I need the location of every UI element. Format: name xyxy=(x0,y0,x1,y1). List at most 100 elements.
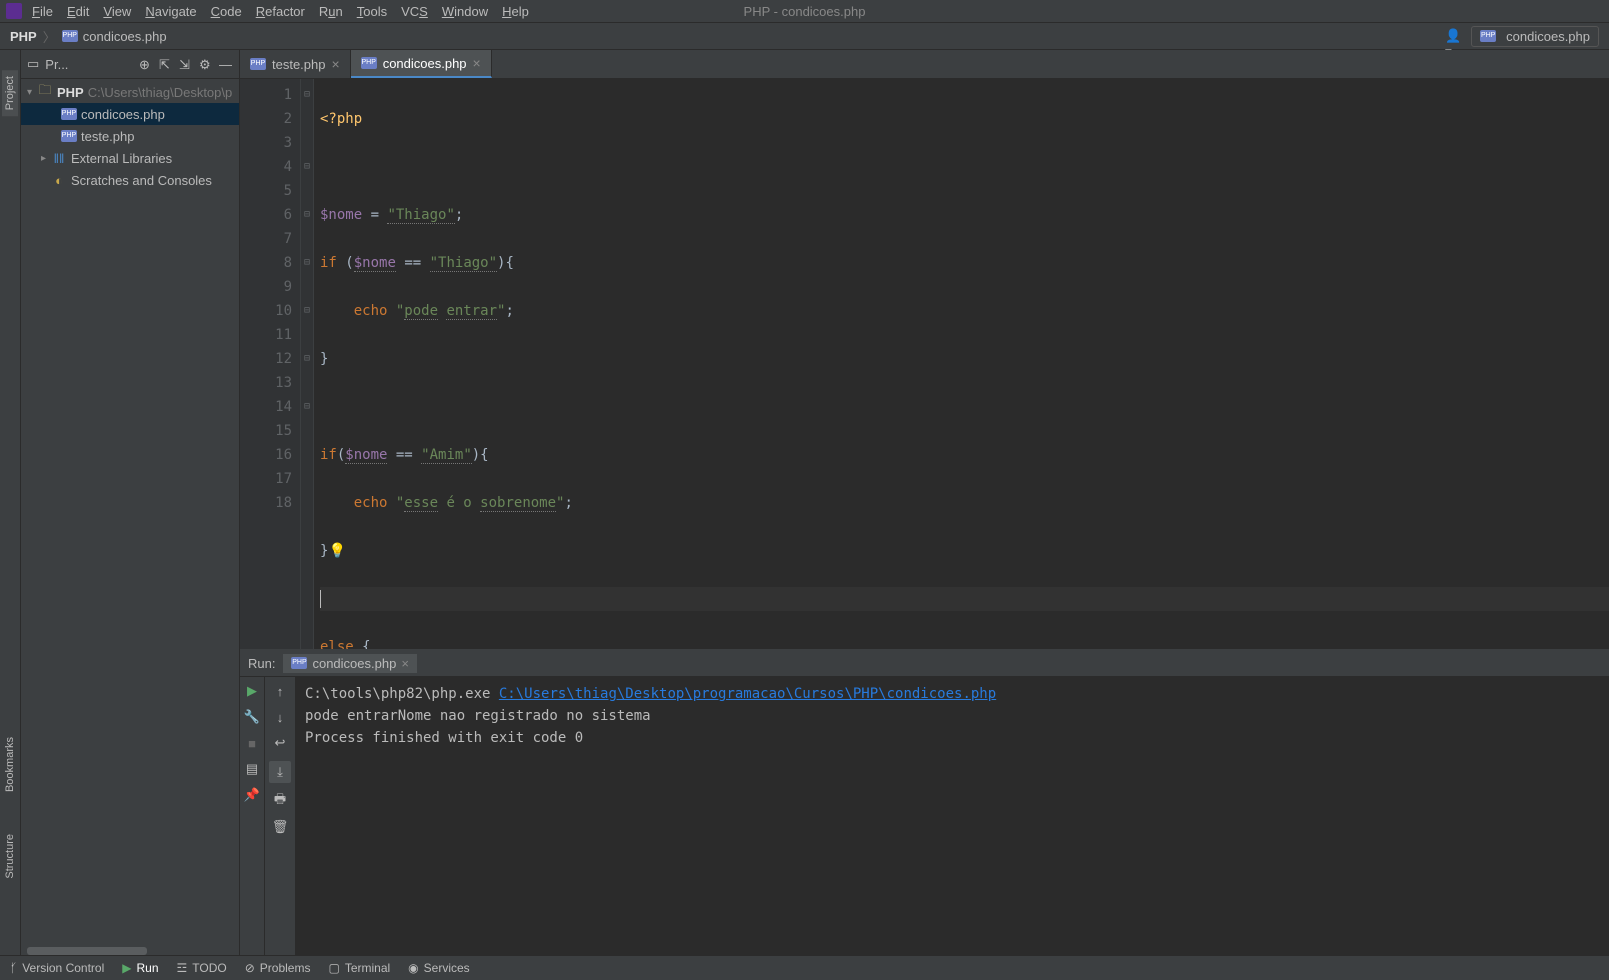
locate-icon[interactable]: ⊕ xyxy=(139,57,153,71)
menu-help[interactable]: Help xyxy=(502,4,529,19)
php-file-icon: PHP xyxy=(61,108,77,120)
tree-root[interactable]: ▾ 🗀 PHP C:\Users\thiag\Desktop\p xyxy=(21,81,239,103)
close-icon[interactable]: × xyxy=(401,656,409,671)
main-area: Project Bookmarks Structure ▭ Pr... ⊕ ⇱ … xyxy=(0,50,1609,955)
console-stdout: pode entrarNome nao registrado no sistem… xyxy=(305,708,651,724)
menu-code[interactable]: Code xyxy=(211,4,242,19)
tree-file-teste[interactable]: PHP teste.php xyxy=(21,125,239,147)
menu-tools[interactable]: Tools xyxy=(357,4,387,19)
trash-icon[interactable]: 🗑 xyxy=(272,819,288,835)
pin-icon[interactable]: 📌 xyxy=(244,787,260,803)
structure-tool-tab[interactable]: Structure xyxy=(2,828,18,885)
left-tool-strip: Project Bookmarks Structure xyxy=(0,50,21,955)
stop-icon[interactable]: ■ xyxy=(244,735,260,751)
status-version-control[interactable]: ᚶVersion Control xyxy=(10,961,104,975)
run-toolbar-left: ▶ 🔧 ■ ▤ 📌 xyxy=(240,677,264,955)
scroll-end-icon[interactable]: ⤓ xyxy=(269,761,291,783)
print-icon[interactable]: 🖶 xyxy=(272,793,288,809)
window-title: PHP - condicoes.php xyxy=(744,4,866,19)
up-icon[interactable]: ↑ xyxy=(272,683,288,699)
menu-navigate[interactable]: Navigate xyxy=(145,4,196,19)
breadcrumb-file[interactable]: condicoes.php xyxy=(83,29,167,44)
console-link[interactable]: C:\Users\thiag\Desktop\programacao\Curso… xyxy=(499,686,996,702)
run-toolbar-right: ↑ ↓ ↩ ⤓ 🖶 🗑 xyxy=(264,677,295,955)
library-icon: ‖‖ xyxy=(51,151,67,165)
breadcrumb: PHP 〉 PHP condicoes.php 👤▾ PHP condicoes… xyxy=(0,23,1609,50)
layout-icon[interactable]: ▤ xyxy=(244,761,260,777)
rerun-icon[interactable]: ▶ xyxy=(244,683,260,699)
menu-file[interactable]: File xyxy=(32,4,53,19)
tab-condicoes[interactable]: PHP condicoes.php × xyxy=(351,50,492,78)
run-panel: Run: PHP condicoes.php × ▶ 🔧 ■ ▤ 📌 xyxy=(240,649,1609,955)
menu-run[interactable]: Run xyxy=(319,4,343,19)
php-file-icon: PHP xyxy=(62,30,78,42)
services-icon: ◉ xyxy=(408,961,418,975)
fold-gutter[interactable]: ⊟ ⊟ ⊟ ⊟ ⊟ ⊟ ⊟ xyxy=(301,79,314,649)
scratch-icon: ◐ xyxy=(51,173,67,187)
hide-icon[interactable]: — xyxy=(219,57,233,71)
php-file-icon: PHP xyxy=(61,130,77,142)
app-logo xyxy=(6,3,22,19)
breadcrumb-root[interactable]: PHP xyxy=(10,29,37,44)
run-config-selector[interactable]: PHP condicoes.php xyxy=(1471,26,1599,47)
tree-scratches[interactable]: ◐ Scratches and Consoles xyxy=(21,169,239,191)
status-problems[interactable]: ⊘Problems xyxy=(245,961,311,975)
bookmarks-tool-tab[interactable]: Bookmarks xyxy=(2,731,18,798)
code-content[interactable]: <?php $nome = "Thiago"; if ($nome == "Th… xyxy=(314,79,1609,649)
problems-icon: ⊘ xyxy=(245,961,255,975)
tree-external-libs[interactable]: ▸ ‖‖ External Libraries xyxy=(21,147,239,169)
text-caret xyxy=(320,590,321,608)
php-file-icon: PHP xyxy=(291,657,307,669)
console-exit: Process finished with exit code 0 xyxy=(305,730,583,746)
project-header: ▭ Pr... ⊕ ⇱ ⇲ ⚙ — xyxy=(21,50,239,79)
settings-icon[interactable]: ⚙ xyxy=(199,57,213,71)
play-icon: ▶ xyxy=(122,961,131,975)
status-bar: ᚶVersion Control ▶Run ☲TODO ⊘Problems ▢T… xyxy=(0,955,1609,980)
php-file-icon: PHP xyxy=(1480,30,1496,42)
run-tab[interactable]: PHP condicoes.php × xyxy=(283,654,416,673)
collapse-all-icon[interactable]: ⇲ xyxy=(179,57,193,71)
menu-bar: File Edit View Navigate Code Refactor Ru… xyxy=(0,0,1609,23)
status-terminal[interactable]: ▢Terminal xyxy=(328,961,390,975)
terminal-icon: ▢ xyxy=(328,961,339,975)
intention-bulb-icon[interactable]: 💡 xyxy=(328,543,345,559)
breadcrumb-sep: 〉 xyxy=(43,27,56,46)
php-file-icon: PHP xyxy=(250,58,266,70)
menu-vcs[interactable]: VCS xyxy=(401,4,428,19)
status-todo[interactable]: ☲TODO xyxy=(177,961,227,975)
menu-edit[interactable]: Edit xyxy=(67,4,89,19)
console-output[interactable]: C:\tools\php82\php.exe C:\Users\thiag\De… xyxy=(295,677,1609,955)
menu-view[interactable]: View xyxy=(103,4,131,19)
project-header-label[interactable]: Pr... xyxy=(45,57,68,72)
close-icon[interactable]: × xyxy=(473,55,481,71)
tab-teste[interactable]: PHP teste.php × xyxy=(240,50,351,78)
project-panel: ▭ Pr... ⊕ ⇱ ⇲ ⚙ — ▾ 🗀 PHP C:\Users\thiag… xyxy=(21,50,240,955)
expand-all-icon[interactable]: ⇱ xyxy=(159,57,173,71)
user-icon[interactable]: 👤▾ xyxy=(1445,28,1461,44)
status-run[interactable]: ▶Run xyxy=(122,961,158,975)
close-icon[interactable]: × xyxy=(332,56,340,72)
php-file-icon: PHP xyxy=(361,57,377,69)
editor-area: PHP teste.php × PHP condicoes.php × 1234… xyxy=(240,50,1609,955)
run-label: Run: xyxy=(248,656,275,671)
todo-icon: ☲ xyxy=(177,961,188,975)
wrench-icon[interactable]: 🔧 xyxy=(244,709,260,725)
down-icon[interactable]: ↓ xyxy=(272,709,288,725)
menu-window[interactable]: Window xyxy=(442,4,488,19)
code-editor[interactable]: 123456789101112131415161718 ⊟ ⊟ ⊟ ⊟ ⊟ ⊟ … xyxy=(240,79,1609,649)
console-cmd: C:\tools\php82\php.exe xyxy=(305,686,499,702)
run-panel-header: Run: PHP condicoes.php × xyxy=(240,650,1609,677)
status-services[interactable]: ◉Services xyxy=(408,961,470,975)
tree-file-condicoes[interactable]: PHP condicoes.php xyxy=(21,103,239,125)
horizontal-scrollbar[interactable] xyxy=(27,947,147,955)
branch-icon: ᚶ xyxy=(10,961,17,975)
project-tree[interactable]: ▾ 🗀 PHP C:\Users\thiag\Desktop\p PHP con… xyxy=(21,79,239,943)
editor-tabs: PHP teste.php × PHP condicoes.php × xyxy=(240,50,1609,79)
project-tool-tab[interactable]: Project xyxy=(2,70,18,116)
project-view-icon[interactable]: ▭ xyxy=(27,56,39,72)
folder-icon: 🗀 xyxy=(37,85,53,99)
menu-refactor[interactable]: Refactor xyxy=(256,4,305,19)
run-config-label: condicoes.php xyxy=(1506,29,1590,44)
soft-wrap-icon[interactable]: ↩ xyxy=(272,735,288,751)
line-number-gutter[interactable]: 123456789101112131415161718 xyxy=(240,79,301,649)
